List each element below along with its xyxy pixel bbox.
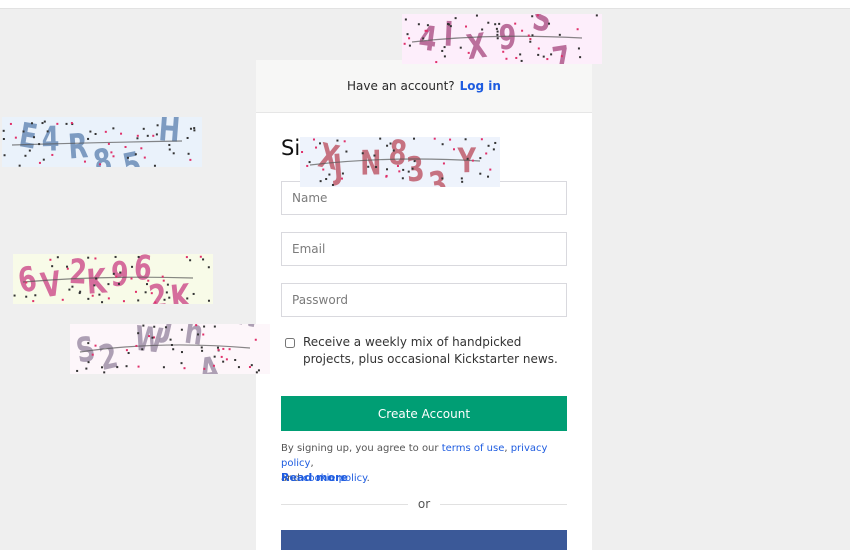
login-question: Have an account? (347, 79, 455, 93)
read-more-link[interactable]: Read more (281, 471, 348, 484)
svg-text:N: N (360, 144, 382, 184)
captcha-image: 4IX9S7 (402, 14, 602, 64)
captcha-image: XJN833Y (300, 137, 500, 187)
newsletter-label: Receive a weekly mix of handpicked proje… (303, 335, 558, 366)
legal-period: . (366, 473, 370, 484)
svg-text:R: R (67, 127, 89, 167)
svg-text:9: 9 (110, 255, 129, 295)
login-link[interactable]: Log in (460, 79, 501, 93)
signup-card: Have an account? Log in Si Receive a wee… (256, 60, 592, 550)
svg-text:9: 9 (498, 18, 516, 58)
login-prompt: Have an account? Log in (256, 60, 592, 113)
or-label: or (417, 497, 431, 511)
email-field[interactable] (281, 232, 567, 266)
svg-text:4: 4 (41, 120, 60, 160)
password-field[interactable] (281, 283, 567, 317)
svg-text:Y: Y (457, 142, 478, 182)
svg-text:2: 2 (68, 254, 88, 293)
newsletter-option: Receive a weekly mix of handpicked proje… (285, 334, 575, 368)
svg-text:3: 3 (405, 150, 426, 187)
facebook-signup-button[interactable] (281, 530, 567, 550)
captcha-image: E4R85H (2, 117, 202, 167)
divider-line-left (281, 503, 408, 505)
newsletter-checkbox[interactable] (285, 338, 295, 348)
captcha-image: S2WJhAN (70, 324, 270, 374)
svg-text:I: I (443, 15, 454, 55)
page-title: Si (281, 136, 301, 160)
divider-line-right (440, 503, 567, 505)
legal-prefix: By signing up, you agree to our (281, 443, 442, 454)
top-bar (0, 0, 850, 9)
or-divider: or (281, 497, 567, 511)
terms-link[interactable]: terms of use (442, 443, 505, 454)
legal-sep-2: , (310, 458, 314, 469)
captcha-image: 6V2K962K (13, 254, 213, 304)
create-account-button[interactable]: Create Account (281, 396, 567, 431)
